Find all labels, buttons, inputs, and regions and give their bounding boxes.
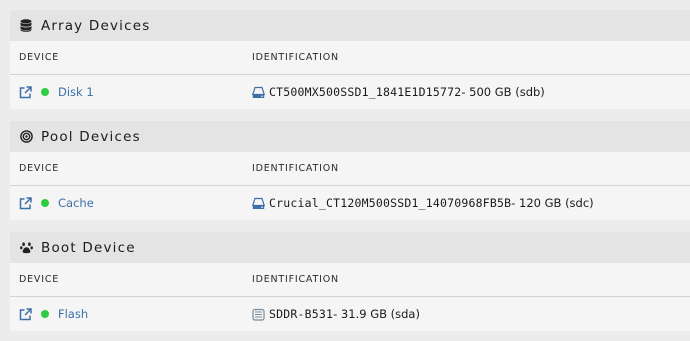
hdd-icon — [252, 197, 265, 210]
device-id-details: - 500 GB (sdb) — [461, 85, 545, 99]
section-header: Boot Device — [10, 232, 690, 263]
device-identification: CT500MX500SSD1_1841E1D15772 - 500 GB (sd… — [252, 85, 545, 99]
table-row: Disk 1 CT500MX500SSD1_1841E1D15772 - 500… — [10, 75, 690, 109]
device-link-cache[interactable]: Cache — [58, 196, 94, 210]
device-identification: Crucial_CT120M500SSD1_14070968FB5B - 120… — [252, 196, 594, 210]
table-header: DEVICE IDENTIFICATION — [10, 152, 690, 186]
device-id-name: Crucial_CT120M500SSD1_14070968FB5B — [269, 196, 512, 210]
column-device: DEVICE — [19, 52, 60, 63]
database-icon — [19, 19, 33, 33]
device-id-details: - 31.9 GB (sda) — [333, 307, 420, 321]
device-table: DEVICE IDENTIFICATION Flash SDDR-B531 - … — [10, 263, 690, 331]
table-row: Flash SDDR-B531 - 31.9 GB (sda) — [10, 297, 690, 331]
device-table: DEVICE IDENTIFICATION Cache Crucial_CT12… — [10, 152, 690, 220]
bullseye-icon — [19, 130, 33, 144]
device-id-name: CT500MX500SSD1_1841E1D15772 — [269, 85, 462, 99]
external-link-icon[interactable] — [19, 85, 32, 99]
device-identification: SDDR-B531 - 31.9 GB (sda) — [252, 307, 420, 321]
section-header: Pool Devices — [10, 121, 690, 152]
table-header: DEVICE IDENTIFICATION — [10, 41, 690, 75]
column-device: DEVICE — [19, 274, 60, 285]
external-link-icon[interactable] — [19, 196, 32, 210]
column-identification: IDENTIFICATION — [252, 163, 339, 174]
device-overview: Array Devices DEVICE IDENTIFICATION Disk… — [0, 0, 690, 341]
paw-icon — [19, 241, 33, 255]
device-link-disk-1[interactable]: Disk 1 — [58, 85, 94, 99]
external-link-icon[interactable] — [19, 307, 32, 321]
table-row: Cache Crucial_CT120M500SSD1_14070968FB5B… — [10, 186, 690, 220]
device-table: DEVICE IDENTIFICATION Disk 1 CT500MX500S… — [10, 41, 690, 109]
column-identification: IDENTIFICATION — [252, 52, 339, 63]
status-online-dot — [41, 199, 49, 207]
usb-drive-icon — [252, 308, 265, 321]
status-online-dot — [41, 88, 49, 96]
section-title: Boot Device — [41, 239, 136, 256]
boot-device-section: Boot Device DEVICE IDENTIFICATION Flash — [10, 232, 690, 331]
device-link-flash[interactable]: Flash — [58, 307, 88, 321]
pool-devices-section: Pool Devices DEVICE IDENTIFICATION Cache — [10, 121, 690, 220]
status-online-dot — [41, 310, 49, 318]
column-identification: IDENTIFICATION — [252, 274, 339, 285]
section-header: Array Devices — [10, 10, 690, 41]
hdd-icon — [252, 86, 265, 99]
column-device: DEVICE — [19, 163, 60, 174]
array-devices-section: Array Devices DEVICE IDENTIFICATION Disk… — [10, 10, 690, 109]
device-id-name: SDDR-B531 — [269, 307, 334, 321]
device-id-details: - 120 GB (sdc) — [511, 196, 594, 210]
table-header: DEVICE IDENTIFICATION — [10, 263, 690, 297]
section-title: Pool Devices — [41, 128, 141, 145]
section-title: Array Devices — [41, 17, 151, 34]
